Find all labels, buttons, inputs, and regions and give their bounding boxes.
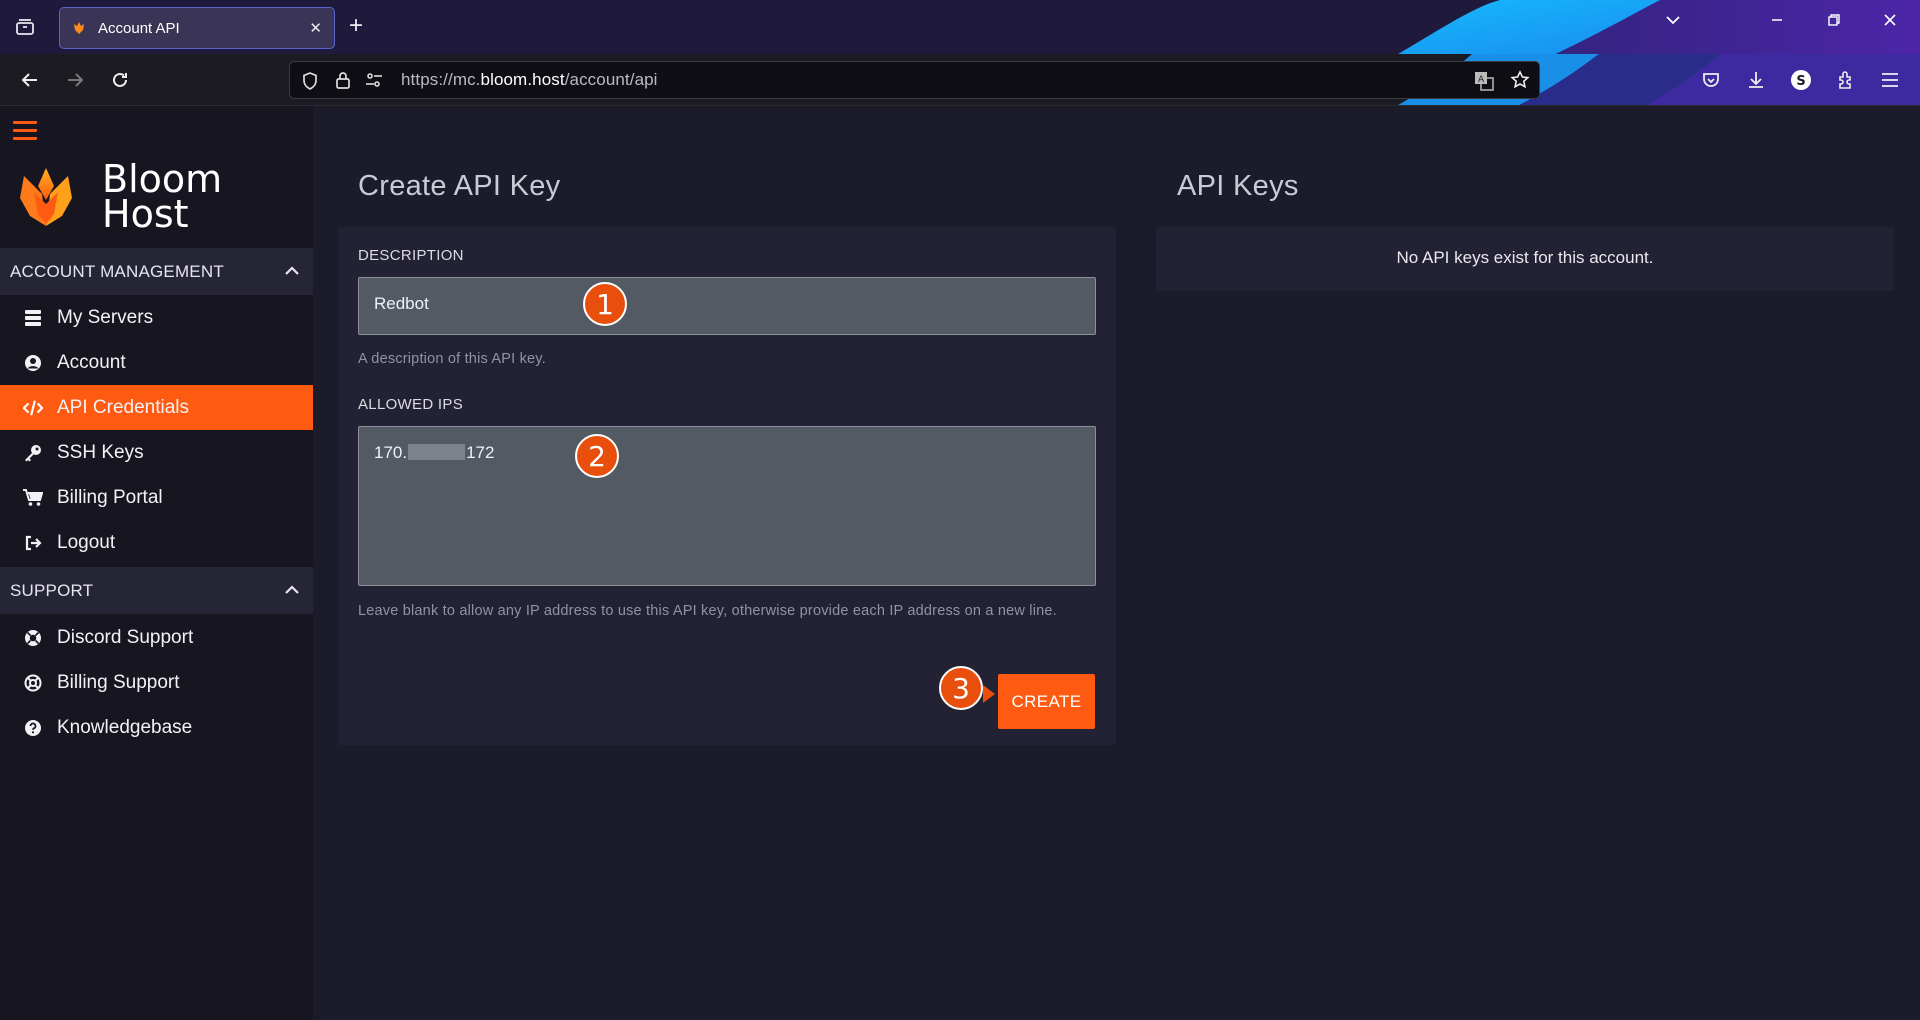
description-help-text: A description of this API key. [358, 351, 546, 367]
bloom-favicon-icon [74, 22, 84, 34]
user-circle-icon [23, 353, 43, 373]
create-api-key-panel: DESCRIPTION Redbot A description of this… [338, 227, 1116, 745]
lifebuoy-icon [23, 673, 43, 693]
close-window-icon[interactable] [1883, 13, 1897, 32]
chevron-up-icon[interactable] [283, 581, 301, 599]
reload-icon[interactable] [107, 67, 133, 93]
tab-close-icon[interactable]: ✕ [309, 19, 322, 37]
sidebar-item-api-credentials[interactable]: API Credentials [0, 385, 313, 430]
tab-list-icon[interactable] [12, 14, 38, 40]
address-bar[interactable]: https://mc.bloom.host/account/api A [289, 61, 1540, 99]
sidebar: Bloom Host ACCOUNT MANAGEMENT My Servers… [0, 106, 313, 1020]
forward-icon[interactable] [62, 67, 88, 93]
sidebar-item-my-servers[interactable]: My Servers [0, 295, 313, 340]
section-support[interactable]: SUPPORT [0, 567, 313, 614]
sidebar-item-discord-support[interactable]: Discord Support [0, 615, 313, 660]
svg-text:S: S [1796, 74, 1805, 89]
main-content: Create API Key DESCRIPTION Redbot A desc… [313, 106, 1920, 1020]
browser-tab-bar: Account API ✕ + [0, 0, 1920, 54]
allowed-ips-label: ALLOWED IPS [358, 396, 463, 413]
allowed-ips-textarea[interactable]: 170. 172 [358, 426, 1096, 586]
back-icon[interactable] [17, 67, 43, 93]
chevron-up-icon[interactable] [283, 262, 301, 280]
browser-nav-bar: https://mc.bloom.host/account/api A S [0, 54, 1920, 106]
account-avatar-icon[interactable]: S [1788, 67, 1814, 93]
sidebar-item-logout[interactable]: Logout [0, 520, 313, 565]
create-api-key-title: Create API Key [358, 170, 561, 202]
logout-icon [23, 533, 43, 553]
tab-title: Account API [98, 19, 180, 37]
redacted-ip-segment [408, 444, 466, 460]
extensions-icon[interactable] [1833, 67, 1859, 93]
annotation-marker-3: 3 [939, 666, 983, 710]
key-icon [23, 443, 43, 463]
sidebar-item-knowledgebase[interactable]: Knowledgebase [0, 705, 313, 750]
downloads-icon[interactable] [1743, 67, 1769, 93]
api-keys-title: API Keys [1177, 170, 1299, 202]
pocket-icon[interactable] [1698, 67, 1724, 93]
sidebar-item-billing-portal[interactable]: Billing Portal [0, 475, 313, 520]
no-api-keys-message: No API keys exist for this account. [1396, 248, 1654, 267]
new-tab-icon[interactable]: + [349, 13, 363, 39]
brand-name: Bloom Host [102, 157, 223, 236]
bookmark-star-icon[interactable] [1510, 70, 1530, 95]
sidebar-item-billing-support[interactable]: Billing Support [0, 660, 313, 705]
minimize-icon[interactable] [1770, 13, 1784, 32]
annotation-marker-2: 2 [575, 434, 619, 478]
cart-icon [23, 488, 43, 508]
question-circle-icon [23, 718, 43, 738]
servers-icon [23, 308, 43, 328]
tab-overflow-chevron-icon[interactable] [1665, 13, 1681, 31]
hamburger-menu-icon[interactable] [13, 121, 37, 140]
sidebar-item-account[interactable]: Account [0, 340, 313, 385]
bloom-host-logo [20, 168, 72, 226]
discord-icon [23, 628, 43, 648]
app-menu-icon[interactable] [1877, 67, 1903, 93]
allowed-ips-help-text: Leave blank to allow any IP address to u… [358, 603, 1057, 619]
description-input[interactable]: Redbot [358, 277, 1096, 335]
svg-text:A: A [1478, 75, 1485, 85]
annotation-marker-1: 1 [583, 282, 627, 326]
description-label: DESCRIPTION [358, 247, 464, 264]
sidebar-item-ssh-keys[interactable]: SSH Keys [0, 430, 313, 475]
tab-account-api[interactable]: Account API ✕ [59, 7, 335, 49]
marker-3-arrow [983, 685, 995, 703]
url-text: https://mc.bloom.host/account/api [401, 70, 658, 89]
restore-icon[interactable] [1827, 13, 1841, 32]
site-permissions-icon[interactable] [365, 72, 383, 93]
code-icon [23, 398, 43, 418]
api-keys-panel: No API keys exist for this account. [1156, 227, 1894, 291]
translate-icon[interactable]: A [1474, 71, 1494, 96]
create-button[interactable]: CREATE [998, 674, 1095, 729]
lock-icon[interactable] [335, 70, 351, 95]
section-account-management[interactable]: ACCOUNT MANAGEMENT [0, 248, 313, 295]
tracking-shield-icon[interactable] [301, 71, 319, 96]
